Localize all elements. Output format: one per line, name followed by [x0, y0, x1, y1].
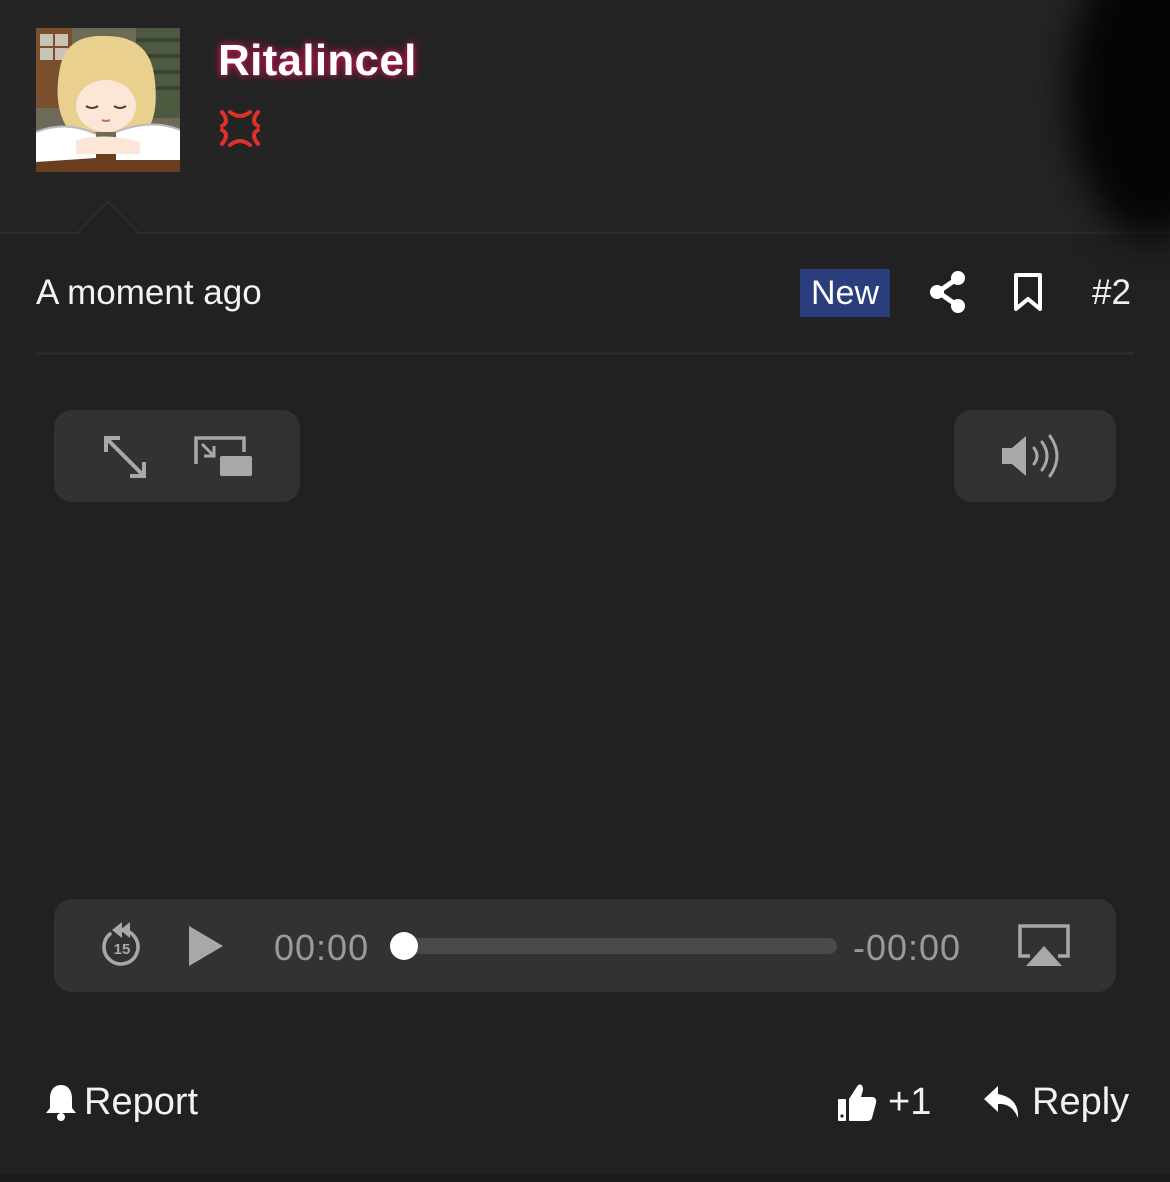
username[interactable]: Ritalincel — [218, 36, 417, 86]
report-label: Report — [84, 1080, 199, 1123]
reply-arrow-icon — [984, 1086, 1019, 1118]
progress-thumb[interactable] — [390, 932, 418, 960]
like-count: +1 — [888, 1080, 932, 1123]
bookmark-icon[interactable] — [1012, 272, 1044, 312]
bell-icon — [46, 1085, 76, 1121]
reply-button[interactable]: Reply — [982, 1078, 1129, 1126]
like-button[interactable]: +1 — [836, 1078, 931, 1126]
volume-icon[interactable] — [1000, 432, 1066, 485]
post-number[interactable]: #2 — [1092, 273, 1131, 313]
progress-track[interactable] — [400, 938, 837, 954]
report-button[interactable]: Report — [44, 1078, 198, 1126]
new-badge: New — [800, 269, 890, 317]
anger-symbol-icon — [218, 108, 262, 148]
remaining-time: -00:00 — [853, 927, 962, 968]
bottom-strip — [0, 1174, 1170, 1182]
current-time: 00:00 — [274, 927, 370, 968]
share-icon[interactable] — [928, 270, 968, 314]
anime-girl-sleeping-avatar-icon — [36, 28, 180, 172]
avatar[interactable] — [36, 28, 180, 172]
post-page: Ritalincel A moment ago New #2 15 00:00 … — [0, 0, 1170, 1182]
picture-in-picture-icon[interactable] — [194, 436, 254, 483]
skip-back-seconds: 15 — [114, 941, 131, 958]
corner-shadow — [1070, 0, 1170, 240]
expand-icon[interactable] — [100, 432, 150, 487]
reply-label: Reply — [1032, 1080, 1130, 1123]
player-top-left-controls — [54, 410, 300, 502]
user-header: Ritalincel — [0, 0, 1170, 240]
skip-back-15-icon[interactable]: 15 — [100, 920, 144, 973]
avatar-pointer-inner — [78, 203, 138, 234]
play-icon[interactable] — [186, 924, 226, 973]
thumbs-up-icon — [838, 1084, 877, 1121]
airplay-icon[interactable] — [1018, 924, 1070, 973]
post-timestamp[interactable]: A moment ago — [36, 273, 262, 313]
meta-divider — [36, 352, 1134, 355]
